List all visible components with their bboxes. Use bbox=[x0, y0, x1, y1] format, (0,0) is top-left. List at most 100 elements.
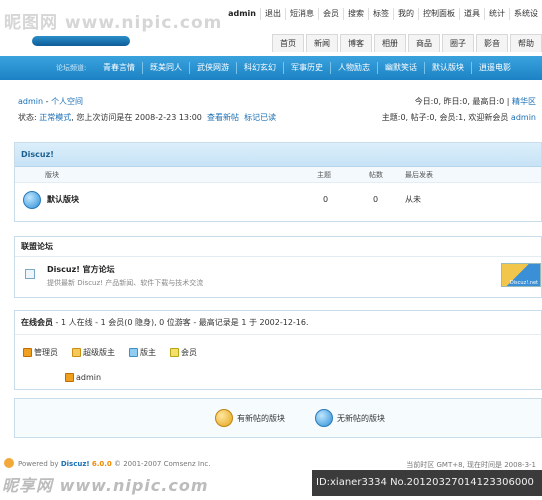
tab-help[interactable]: 帮助 bbox=[510, 34, 542, 52]
site-header: 昵图网 www.nipic.com admin 退出 短消息 会员 搜索 标签 … bbox=[0, 0, 542, 56]
forum-category: Discuz! 版块 主题 帖数 最后发表 默认版块 0 0 从未 bbox=[14, 142, 542, 222]
online-user: admin bbox=[65, 373, 101, 382]
topnav-logout[interactable]: 退出 bbox=[260, 8, 285, 20]
footer-logo-icon bbox=[4, 458, 14, 468]
mark-read-link[interactable]: 标记已读 bbox=[244, 113, 276, 122]
channel-item[interactable]: 青春言情 bbox=[96, 62, 142, 74]
powered-by-text: Powered by bbox=[18, 460, 59, 468]
topnav-tools[interactable]: 道具 bbox=[459, 8, 484, 20]
alliance-title: 联盟论坛 bbox=[15, 237, 541, 257]
version-text: 6.0.0 bbox=[91, 460, 112, 468]
forum-icon-legend: 有新帖的版块 无新帖的版块 bbox=[14, 398, 542, 438]
discuz-link[interactable]: Discuz! bbox=[61, 460, 90, 468]
topnav-user[interactable]: admin bbox=[224, 8, 260, 20]
member-icon bbox=[170, 348, 179, 357]
channel-item[interactable]: 逍遥电影 bbox=[471, 62, 518, 74]
tab-goods[interactable]: 商品 bbox=[408, 34, 440, 52]
category-title[interactable]: Discuz! bbox=[15, 143, 541, 167]
main-tabs: 首页 新闻 博客 相册 商品 圈子 影音 帮助 bbox=[272, 34, 542, 52]
online-title[interactable]: 在线会员 bbox=[21, 318, 53, 327]
alliance-forum-desc: 提供最新 Discuz! 产品新闻、软件下载与技术交流 bbox=[47, 279, 204, 287]
forum-last-post: 从未 bbox=[405, 195, 421, 204]
forum-topics: 0 bbox=[323, 195, 329, 204]
user-line: admin - 个人空间 bbox=[18, 97, 84, 106]
channel-item[interactable]: 武侠网游 bbox=[189, 62, 236, 74]
legend-new-posts: 有新帖的版块 bbox=[237, 413, 285, 423]
personal-space-link[interactable]: 个人空间 bbox=[51, 97, 83, 106]
channel-item[interactable]: 幽默笑话 bbox=[377, 62, 424, 74]
tab-album[interactable]: 相册 bbox=[374, 34, 406, 52]
tab-blog[interactable]: 博客 bbox=[340, 34, 372, 52]
forum-posts: 0 bbox=[373, 195, 379, 204]
moderator-icon bbox=[129, 348, 138, 357]
online-members: 在线会员 - 1 人在线 - 1 会员(0 隐身), 0 位游客 - 最高记录是… bbox=[14, 310, 542, 390]
forum-row: 默认版块 0 0 从未 bbox=[15, 183, 541, 217]
admin-icon bbox=[65, 373, 74, 382]
channel-label: 论坛频道: bbox=[56, 64, 87, 72]
online-header: 在线会员 - 1 人在线 - 1 会员(0 隐身), 0 位游客 - 最高记录是… bbox=[15, 311, 541, 335]
legend-moderator: 版主 bbox=[140, 348, 156, 357]
today-stats: 今日:0, 昨日:0, 最高日:0 | 精华区 bbox=[414, 97, 536, 106]
tab-news[interactable]: 新闻 bbox=[306, 34, 338, 52]
copyright-text: © 2001-2007 Comsenz Inc. bbox=[114, 460, 211, 468]
online-summary: - 1 人在线 - 1 会员(0 隐身), 0 位游客 - 最高记录是 1 于 … bbox=[53, 318, 309, 327]
image-id-strip: ID:xianer3334 No.20120327014123306000 bbox=[312, 470, 542, 496]
legend-admin: 管理员 bbox=[34, 348, 58, 357]
board-stats: 主题:0, 帖子:0, 会员:1, 欢迎新会员 admin bbox=[382, 112, 536, 123]
channel-item[interactable]: 军事历史 bbox=[283, 62, 330, 74]
footer-credits: Powered by Discuz! 6.0.0 © 2001-2007 Com… bbox=[18, 460, 210, 468]
forum-name[interactable]: 默认版块 bbox=[47, 183, 79, 217]
home-icon bbox=[25, 269, 35, 279]
col-board: 版块 bbox=[45, 171, 59, 179]
channel-item[interactable]: 既美同人 bbox=[142, 62, 189, 74]
username-link[interactable]: admin bbox=[18, 97, 43, 106]
last-visit-text: , 您上次访问是在 2008-2-23 13:00 bbox=[71, 113, 202, 122]
tab-circle[interactable]: 圈子 bbox=[442, 34, 474, 52]
super-moderator-icon bbox=[72, 348, 81, 357]
topnav-system[interactable]: 系统设 bbox=[509, 8, 542, 20]
admin-icon bbox=[23, 348, 32, 357]
status-mode-link[interactable]: 正常模式 bbox=[39, 113, 71, 122]
channel-item[interactable]: 默认版块 bbox=[424, 62, 471, 74]
forum-channel-nav: 论坛频道: 青春言情 既美同人 武侠网游 科幻玄幻 军事历史 人物励志 幽默笑话… bbox=[0, 56, 542, 80]
watermark-bottom: 昵享网 www.nipic.com bbox=[2, 476, 209, 495]
footer-timezone: 当前时区 GMT+8, 现在时间是 2008-3-1 bbox=[406, 461, 536, 469]
col-posts: 帖数 bbox=[369, 171, 383, 179]
legend-no-new-posts: 无新帖的版块 bbox=[337, 413, 385, 423]
no-new-posts-bubble-icon bbox=[315, 409, 333, 427]
new-member-link[interactable]: admin bbox=[511, 113, 536, 122]
channel-item[interactable]: 人物励志 bbox=[330, 62, 377, 74]
forum-status-icon bbox=[23, 191, 41, 209]
site-logo[interactable] bbox=[32, 36, 130, 46]
board-stats-text: 主题:0, 帖子:0, 会员:1, 欢迎新会员 bbox=[381, 113, 509, 122]
legend-member: 会员 bbox=[181, 348, 197, 357]
topnav-my[interactable]: 我的 bbox=[393, 8, 418, 20]
tab-media[interactable]: 影音 bbox=[476, 34, 508, 52]
topnav-search[interactable]: 搜索 bbox=[343, 8, 368, 20]
topnav-messages[interactable]: 短消息 bbox=[285, 8, 318, 20]
discuz-logo-image[interactable]: Discuz!.net bbox=[501, 263, 541, 287]
tab-home[interactable]: 首页 bbox=[272, 34, 304, 52]
digest-link[interactable]: 精华区 bbox=[512, 97, 536, 106]
topnav-stats[interactable]: 统计 bbox=[484, 8, 509, 20]
status-line: 状态: 正常模式, 您上次访问是在 2008-2-23 13:00 查看新帖 标… bbox=[18, 112, 276, 123]
col-topics: 主题 bbox=[317, 171, 331, 179]
member-role-legend: 管理员 超级版主 版主 会员 bbox=[23, 347, 197, 358]
alliance-forums: 联盟论坛 Discuz! 官方论坛 提供最新 Discuz! 产品新闻、软件下载… bbox=[14, 236, 542, 298]
alliance-forum-name[interactable]: Discuz! 官方论坛 bbox=[47, 264, 115, 275]
status-label: 状态: bbox=[18, 113, 37, 122]
alliance-row: Discuz! 官方论坛 提供最新 Discuz! 产品新闻、软件下载与技术交流… bbox=[15, 257, 541, 297]
col-last-post: 最后发表 bbox=[405, 171, 433, 179]
today-stats-text: 今日:0, 昨日:0, 最高日:0 bbox=[414, 97, 505, 106]
topnav-members[interactable]: 会员 bbox=[318, 8, 343, 20]
topnav-control-panel[interactable]: 控制面板 bbox=[418, 8, 459, 20]
channel-item[interactable]: 科幻玄幻 bbox=[236, 62, 283, 74]
watermark-top: 昵图网 www.nipic.com bbox=[4, 13, 223, 33]
forum-column-headers: 版块 主题 帖数 最后发表 bbox=[15, 167, 541, 183]
topnav-tags[interactable]: 标签 bbox=[368, 8, 393, 20]
top-navigation: admin 退出 短消息 会员 搜索 标签 我的 控制面板 道具 统计 系统设 bbox=[224, 8, 542, 20]
new-posts-bubble-icon bbox=[215, 409, 233, 427]
online-username[interactable]: admin bbox=[76, 373, 101, 382]
view-new-posts-link[interactable]: 查看新帖 bbox=[207, 113, 239, 122]
legend-super-moderator: 超级版主 bbox=[83, 348, 115, 357]
